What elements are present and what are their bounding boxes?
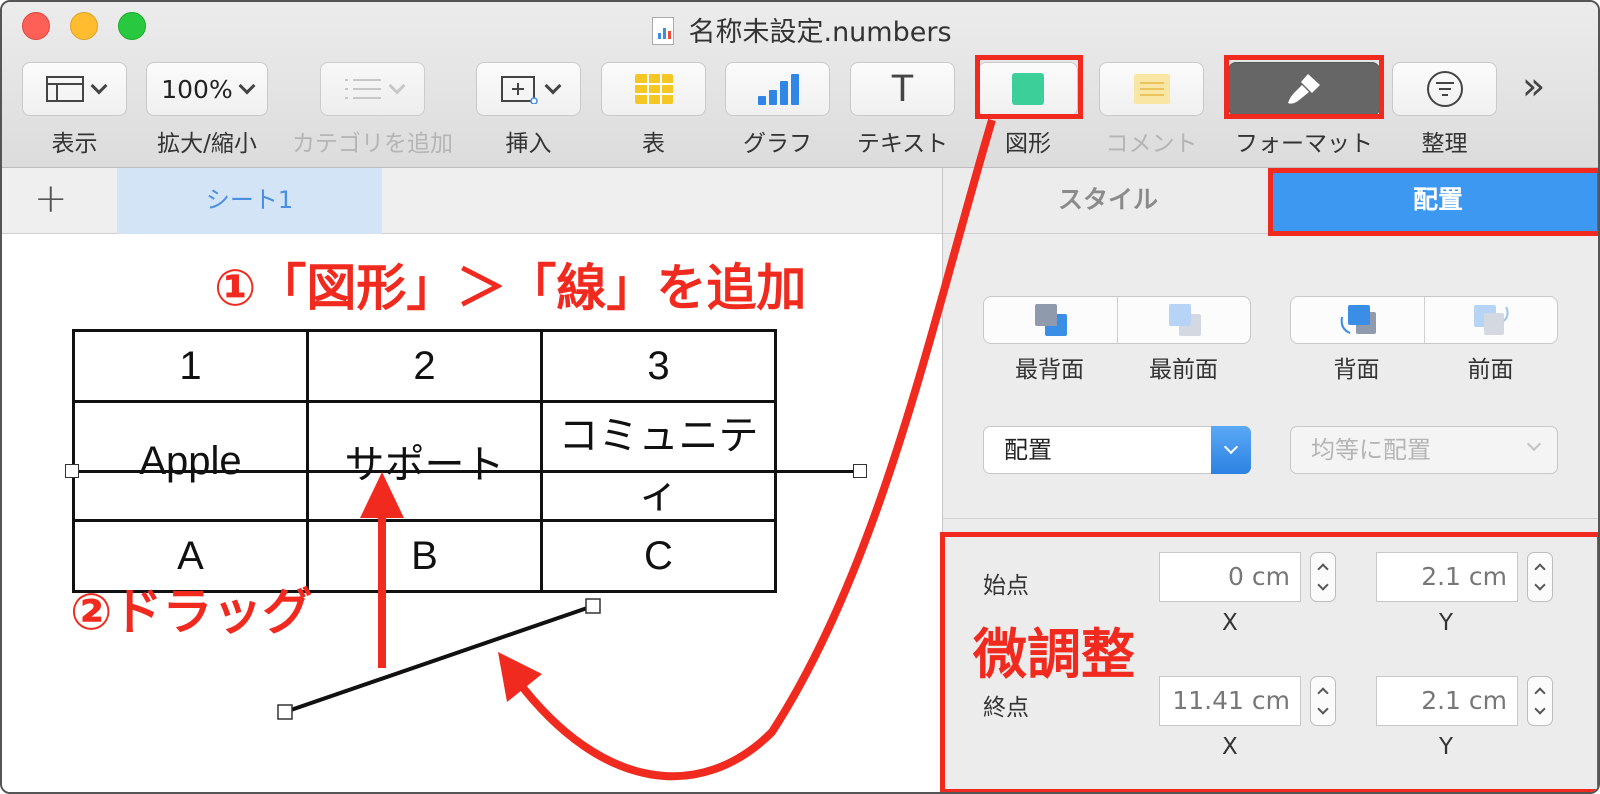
curved-arrow-head bbox=[498, 652, 542, 702]
app-window: 名称未設定.numbers 表示 100% 拡大/縮小 カテゴリを追加 挿入 表… bbox=[0, 0, 1600, 794]
curve-arrow-overlay bbox=[498, 118, 996, 781]
curved-arrow-path bbox=[513, 118, 996, 781]
